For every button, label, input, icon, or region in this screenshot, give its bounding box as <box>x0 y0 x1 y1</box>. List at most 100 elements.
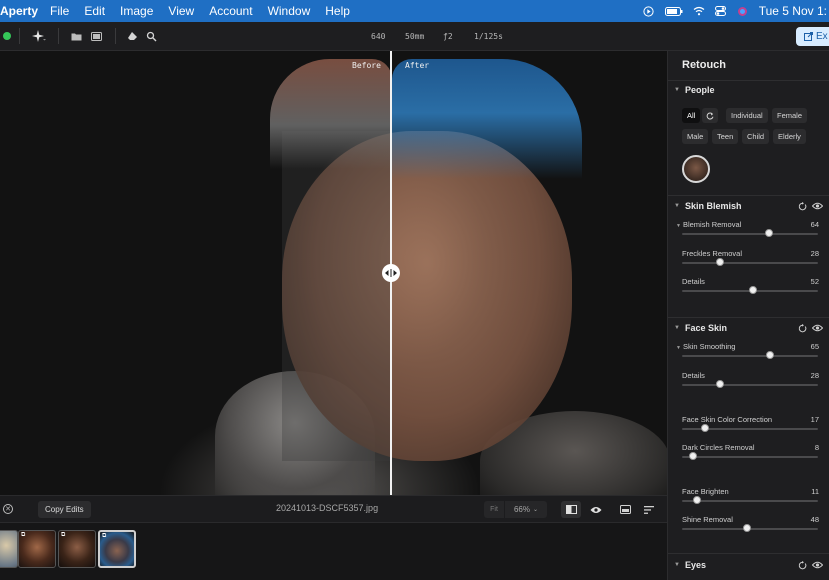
reset-icon[interactable] <box>798 323 807 333</box>
slider-label: Details <box>682 371 705 380</box>
slider-label-text: Details <box>682 277 705 286</box>
slider-handle[interactable] <box>692 496 701 504</box>
section-header-skin-blemish[interactable]: ▼ Skin Blemish <box>674 199 741 213</box>
menu-file[interactable]: File <box>50 4 69 18</box>
slider-handle[interactable] <box>765 229 774 237</box>
slider-value[interactable]: 17 <box>811 415 819 424</box>
preview-button[interactable] <box>586 501 606 518</box>
image-icon <box>619 505 631 514</box>
app-menu[interactable]: Aperty <box>0 4 38 18</box>
image-stack-icon <box>90 31 102 41</box>
ai-enhance-button[interactable] <box>28 26 50 46</box>
slider-handle[interactable] <box>766 351 775 359</box>
menubar-clock[interactable]: Tue 5 Nov 1: <box>759 4 827 18</box>
slider-track[interactable] <box>682 233 818 235</box>
chevron-down-icon: ▼ <box>674 562 680 568</box>
menu-window[interactable]: Window <box>268 4 311 18</box>
slider-label: Freckles Removal <box>682 249 742 258</box>
copy-edits-button[interactable]: Copy Edits <box>38 501 91 518</box>
chevron-down-icon[interactable]: ▼ <box>676 345 681 351</box>
slider-handle[interactable] <box>716 258 725 266</box>
eye-icon[interactable] <box>812 561 823 569</box>
eye-icon <box>590 506 602 513</box>
people-filter-child[interactable]: Child <box>742 129 770 144</box>
control-center-icon[interactable] <box>715 5 727 17</box>
reset-icon[interactable] <box>798 560 807 570</box>
slider-value[interactable]: 11 <box>811 487 819 496</box>
reset-icon[interactable] <box>798 201 807 211</box>
wifi-icon[interactable] <box>693 5 705 17</box>
chevron-down-icon: ▼ <box>674 203 680 209</box>
people-filter-female[interactable]: Female <box>772 108 808 123</box>
slider-label: ▼ Skin Smoothing <box>676 342 736 351</box>
slider-track[interactable] <box>682 384 818 386</box>
section-header-face-skin[interactable]: ▼ Face Skin <box>674 321 727 335</box>
slider-value[interactable]: 28 <box>811 249 819 258</box>
filmstrip-thumbnail[interactable]: ⧉ <box>58 530 96 568</box>
eye-icon[interactable] <box>812 324 823 332</box>
people-filter-teen[interactable]: Teen <box>712 129 739 144</box>
slider-handle[interactable] <box>748 286 757 294</box>
slider-value[interactable]: 8 <box>815 443 819 452</box>
section-header-people[interactable]: ▼ People <box>674 83 714 97</box>
chevron-down-icon: ▼ <box>674 325 680 331</box>
slider-track[interactable] <box>682 355 818 357</box>
people-filter-individual[interactable]: Individual <box>726 108 768 123</box>
slider-track[interactable] <box>682 456 818 458</box>
section-header-eyes[interactable]: ▼ Eyes <box>674 558 706 572</box>
compare-view-button[interactable] <box>85 26 107 46</box>
slider-value[interactable]: 64 <box>811 220 819 229</box>
slider-handle[interactable] <box>701 424 710 432</box>
people-filter-all[interactable]: All <box>682 108 701 123</box>
folder-button[interactable] <box>67 26 85 46</box>
eye-icon[interactable] <box>812 202 823 210</box>
slider-label: Dark Circles Removal <box>682 443 755 452</box>
chevron-down-icon[interactable]: ▼ <box>676 223 681 229</box>
split-view-button[interactable] <box>561 501 581 518</box>
section-actions <box>798 321 823 335</box>
avatar[interactable] <box>682 155 710 183</box>
split-view-icon <box>565 505 577 514</box>
play-status-icon[interactable] <box>643 5 655 17</box>
slider-track[interactable] <box>682 500 818 502</box>
filmstrip: ⧉ ⧉ ⧉ <box>0 522 667 580</box>
slider-label-text: Skin Smoothing <box>682 342 736 351</box>
people-filter-male[interactable]: Male <box>682 129 709 144</box>
siri-icon[interactable] <box>737 5 749 17</box>
slider-track[interactable] <box>682 262 818 264</box>
zoom-tool-button[interactable] <box>140 26 162 46</box>
menu-image[interactable]: Image <box>120 4 153 18</box>
fit-button[interactable]: Fit <box>484 501 504 518</box>
export-button[interactable]: Ex <box>796 27 829 46</box>
slider-handle[interactable] <box>716 380 725 388</box>
toolbar: 640 50mm ƒ2 1/125s Ex <box>0 22 829 51</box>
eraser-button[interactable] <box>124 26 140 46</box>
filmstrip-toggle-button[interactable] <box>615 501 635 518</box>
slider-value[interactable]: 52 <box>811 277 819 286</box>
filmstrip-thumbnail[interactable] <box>0 530 18 568</box>
zoom-dropdown[interactable]: 66% ⌄ <box>505 501 547 518</box>
close-icon[interactable]: ✕ <box>3 504 13 514</box>
sort-button[interactable] <box>639 501 659 518</box>
image-canvas[interactable]: Before After <box>0 51 667 495</box>
slider-value[interactable]: 65 <box>811 342 819 351</box>
battery-icon[interactable] <box>664 5 683 17</box>
menu-edit[interactable]: Edit <box>84 4 105 18</box>
slider-value[interactable]: 48 <box>811 515 819 524</box>
split-handle[interactable] <box>382 264 400 282</box>
menu-account[interactable]: Account <box>209 4 252 18</box>
menu-view[interactable]: View <box>168 4 194 18</box>
people-filter-elderly[interactable]: Elderly <box>773 129 806 144</box>
sort-icon <box>644 505 654 514</box>
slider-handle[interactable] <box>688 452 697 460</box>
slider-label: Face Brighten <box>682 487 729 496</box>
filmstrip-thumbnail-selected[interactable]: ⧉ <box>98 530 136 568</box>
edited-badge-icon: ⧉ <box>61 532 66 538</box>
photo-region <box>392 59 582 179</box>
slider-handle[interactable] <box>743 524 752 532</box>
filmstrip-thumbnail[interactable]: ⧉ <box>18 530 56 568</box>
menu-help[interactable]: Help <box>325 4 350 18</box>
drag-arrows-icon <box>385 269 397 277</box>
slider-value[interactable]: 28 <box>811 371 819 380</box>
people-refresh-button[interactable] <box>702 108 718 123</box>
